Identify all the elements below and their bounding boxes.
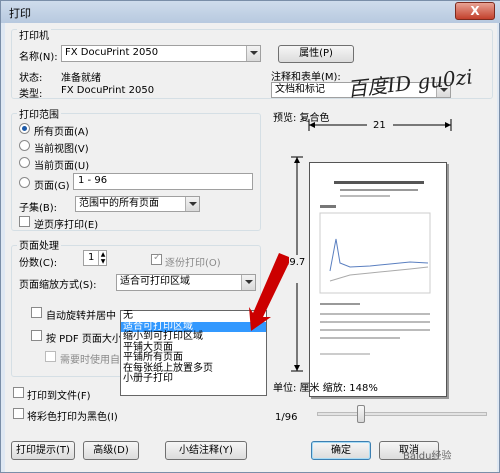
- scaling-option[interactable]: 无: [121, 310, 266, 322]
- type-label: 类型:: [19, 89, 43, 100]
- current-page-label: 当前页面(U): [34, 161, 90, 172]
- current-view-label: 当前视图(V): [34, 144, 89, 155]
- print-to-file-label: 打印到文件(F): [27, 391, 91, 402]
- auto-rotate-checkbox[interactable]: [31, 307, 42, 318]
- custom-paper-checkbox[interactable]: [45, 351, 56, 362]
- reverse-pages-checkbox[interactable]: [19, 216, 30, 227]
- collate-checkbox[interactable]: [151, 252, 162, 265]
- ok-button[interactable]: 确定: [311, 441, 371, 460]
- scaling-label: 页面缩放方式(S):: [19, 280, 97, 291]
- current-page-radio[interactable]: [19, 157, 30, 168]
- printer-name-label: 名称(N):: [19, 52, 58, 63]
- type-value: FX DocuPrint 2050: [61, 85, 155, 96]
- status-label: 状态:: [19, 73, 43, 84]
- handling-group-label: 页面处理: [17, 237, 61, 252]
- close-button[interactable]: X: [455, 2, 495, 20]
- subset-value: 范围中的所有页面: [79, 198, 159, 209]
- print-black-label: 将彩色打印为黑色(I): [27, 412, 118, 423]
- scaling-option[interactable]: 缩小到可打印区域: [121, 331, 266, 343]
- reverse-pages-label: 逆页序打印(E): [34, 220, 99, 231]
- advanced-button[interactable]: 高级(D): [83, 441, 139, 460]
- summarize-button[interactable]: 小结注释(Y): [165, 441, 247, 460]
- red-arrow-icon: [249, 253, 289, 331]
- copies-label: 份数(C):: [19, 258, 58, 269]
- dialog-body: 打印机 名称(N): FX DocuPrint 2050 属性(P) 状态: 准…: [5, 23, 497, 472]
- title-bar: 打印 X: [1, 1, 500, 23]
- scaling-dropdown-list: 无 适合可打印区域 缩小到可打印区域 平铺大页面 平铺所有页面 在每张纸上放置多…: [120, 310, 267, 396]
- page-slider-thumb[interactable]: [357, 405, 365, 423]
- scaling-option[interactable]: 平铺所有页面: [121, 352, 266, 364]
- scaling-select[interactable]: 适合可打印区域: [116, 274, 256, 291]
- chevron-down-icon: [246, 46, 260, 61]
- pages-radio[interactable]: [19, 177, 30, 188]
- printer-group-label: 打印机: [17, 27, 51, 42]
- page-number-text: 1/96: [275, 412, 298, 423]
- width-value: 21: [373, 120, 386, 131]
- all-pages-label: 所有页面(A): [34, 127, 89, 138]
- collate-label: 逐份打印(O): [165, 258, 221, 269]
- print-to-file-checkbox[interactable]: [13, 387, 24, 398]
- range-group-label: 打印范围: [17, 106, 61, 121]
- scaling-value: 适合可打印区域: [120, 276, 190, 287]
- print-dialog: 打印 X 打印机 名称(N): FX DocuPrint 2050 属性(P) …: [0, 0, 500, 473]
- subset-select[interactable]: 范围中的所有页面: [75, 196, 200, 212]
- bottom-watermark: Baidu经验: [403, 451, 452, 462]
- page-preview: [309, 162, 447, 397]
- chevron-down-icon: [185, 197, 199, 211]
- tips-button[interactable]: 打印提示(T): [11, 441, 75, 460]
- pages-label: 页面(G): [34, 181, 70, 192]
- properties-button[interactable]: 属性(P): [278, 45, 354, 63]
- page-slider-track[interactable]: [317, 412, 487, 416]
- subset-label: 子集(B):: [19, 203, 58, 214]
- units-text: 单位: 厘米 缩放: 148%: [273, 383, 378, 394]
- preview-content: [319, 181, 431, 355]
- window-title: 打印: [9, 7, 31, 20]
- stepper-icon[interactable]: ▲ ▼: [98, 251, 107, 265]
- current-view-radio[interactable]: [19, 140, 30, 151]
- comments-value: 文档和标记: [275, 84, 325, 95]
- pages-input[interactable]: 1 - 96: [73, 173, 253, 190]
- comments-label: 注释和表单(M):: [271, 72, 341, 83]
- print-black-checkbox[interactable]: [13, 408, 24, 419]
- scaling-option[interactable]: 小册子打印: [121, 373, 266, 385]
- choose-paper-checkbox[interactable]: [31, 330, 42, 341]
- printer-name-select[interactable]: FX DocuPrint 2050: [61, 45, 261, 62]
- all-pages-radio[interactable]: [19, 123, 30, 134]
- status-value: 准备就绪: [61, 73, 101, 84]
- choose-paper-label: 按 PDF 页面大小: [46, 334, 122, 345]
- auto-rotate-label: 自动旋转并居中: [46, 311, 116, 322]
- printer-name-value: FX DocuPrint 2050: [65, 47, 159, 58]
